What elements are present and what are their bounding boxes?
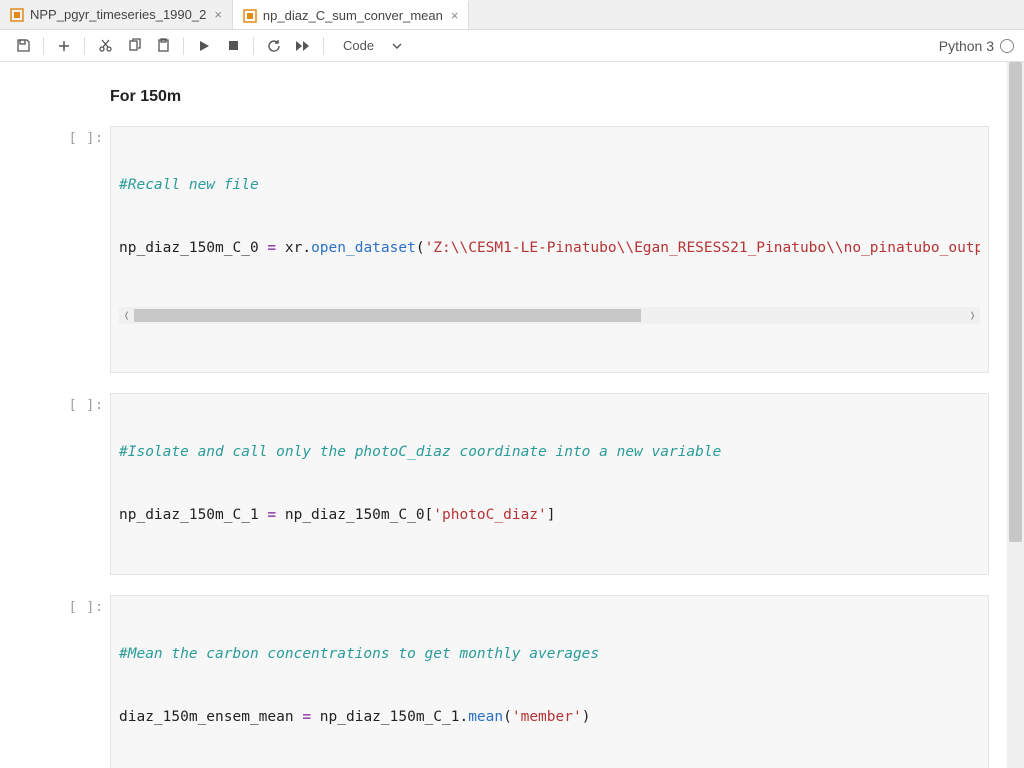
input-prompt: [ ]: — [68, 393, 110, 575]
cut-button[interactable] — [92, 33, 118, 59]
markdown-heading[interactable]: For 150m — [110, 88, 1007, 106]
tab-item[interactable]: NPP_pgyr_timeseries_1990_2 × — [0, 0, 233, 29]
code-cell[interactable]: [ ]: #Mean the carbon concentrations to … — [0, 595, 1007, 768]
code-input-area[interactable]: #Isolate and call only the photoC_diaz c… — [110, 393, 989, 575]
toolbar: Code Python 3 — [0, 30, 1024, 62]
horizontal-scrollbar[interactable]: ❬ ❭ — [119, 307, 980, 324]
code-input-area[interactable]: #Mean the carbon concentrations to get m… — [110, 595, 989, 768]
code-cell[interactable]: [ ]: #Isolate and call only the photoC_d… — [0, 393, 1007, 575]
input-prompt: [ ]: — [68, 126, 110, 373]
notebook-icon — [10, 8, 24, 22]
chevron-down-icon — [392, 43, 402, 49]
code-cell[interactable]: [ ]: #Recall new file np_diaz_150m_C_0 =… — [0, 126, 1007, 373]
add-cell-button[interactable] — [51, 33, 77, 59]
kernel-name: Python 3 — [939, 38, 994, 54]
tab-bar: NPP_pgyr_timeseries_1990_2 × np_diaz_C_s… — [0, 0, 1024, 30]
notebook-icon — [243, 9, 257, 23]
kernel-status[interactable]: Python 3 — [939, 38, 1014, 54]
close-icon[interactable]: × — [212, 7, 222, 22]
run-button[interactable] — [191, 33, 217, 59]
vertical-scrollbar[interactable] — [1007, 62, 1024, 768]
tab-item[interactable]: np_diaz_C_sum_conver_mean × — [233, 0, 470, 29]
restart-button[interactable] — [261, 33, 287, 59]
scrollbar-thumb[interactable] — [1009, 62, 1022, 542]
run-all-button[interactable] — [290, 33, 316, 59]
notebook-body: For 150m [ ]: #Recall new file np_diaz_1… — [0, 62, 1007, 768]
tab-label: NPP_pgyr_timeseries_1990_2 — [30, 7, 206, 22]
paste-button[interactable] — [150, 33, 176, 59]
scroll-left-icon[interactable]: ❬ — [119, 305, 134, 326]
tab-label: np_diaz_C_sum_conver_mean — [263, 8, 443, 23]
input-prompt: [ ]: — [68, 595, 110, 768]
cell-type-select[interactable]: Code — [335, 35, 410, 56]
stop-button[interactable] — [220, 33, 246, 59]
kernel-idle-icon — [1000, 39, 1014, 53]
scroll-right-icon[interactable]: ❭ — [965, 305, 980, 326]
copy-button[interactable] — [121, 33, 147, 59]
code-input-area[interactable]: #Recall new file np_diaz_150m_C_0 = xr.o… — [110, 126, 989, 373]
save-button[interactable] — [10, 33, 36, 59]
cell-type-label: Code — [343, 38, 374, 53]
close-icon[interactable]: × — [449, 8, 459, 23]
